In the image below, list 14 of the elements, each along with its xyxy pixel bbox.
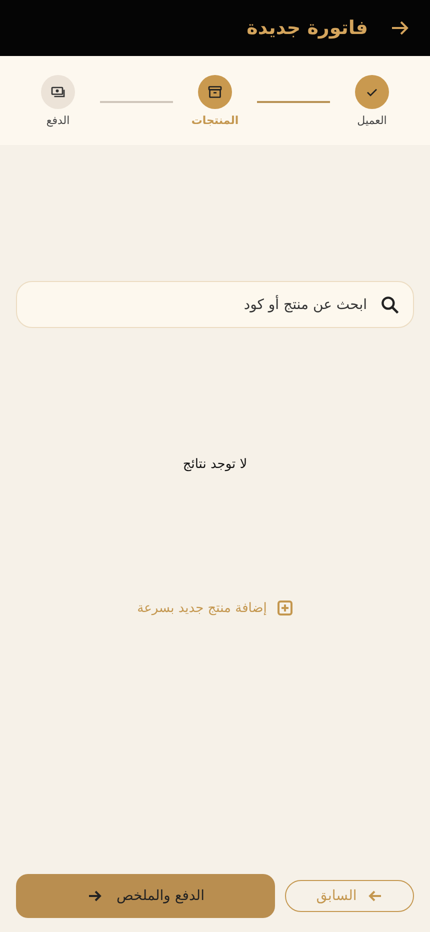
plus-box-icon xyxy=(276,600,293,616)
search-field[interactable]: ابحث عن منتج أو كود xyxy=(16,281,414,328)
screen-title: فاتورة جديدة xyxy=(246,17,368,39)
archive-box-icon xyxy=(206,83,224,101)
arrow-icon xyxy=(366,888,383,904)
step-label: المنتجات xyxy=(191,114,239,127)
search-icon xyxy=(379,294,401,316)
step-circle[interactable] xyxy=(41,75,75,109)
next-button[interactable]: الدفع والملخص xyxy=(16,874,275,918)
step-label: العميل xyxy=(357,114,387,127)
step-label: الدفع xyxy=(46,114,70,127)
empty-message: لا توجد نتائج xyxy=(182,457,248,472)
arrow-icon xyxy=(86,888,103,904)
step-circle[interactable] xyxy=(198,75,232,109)
